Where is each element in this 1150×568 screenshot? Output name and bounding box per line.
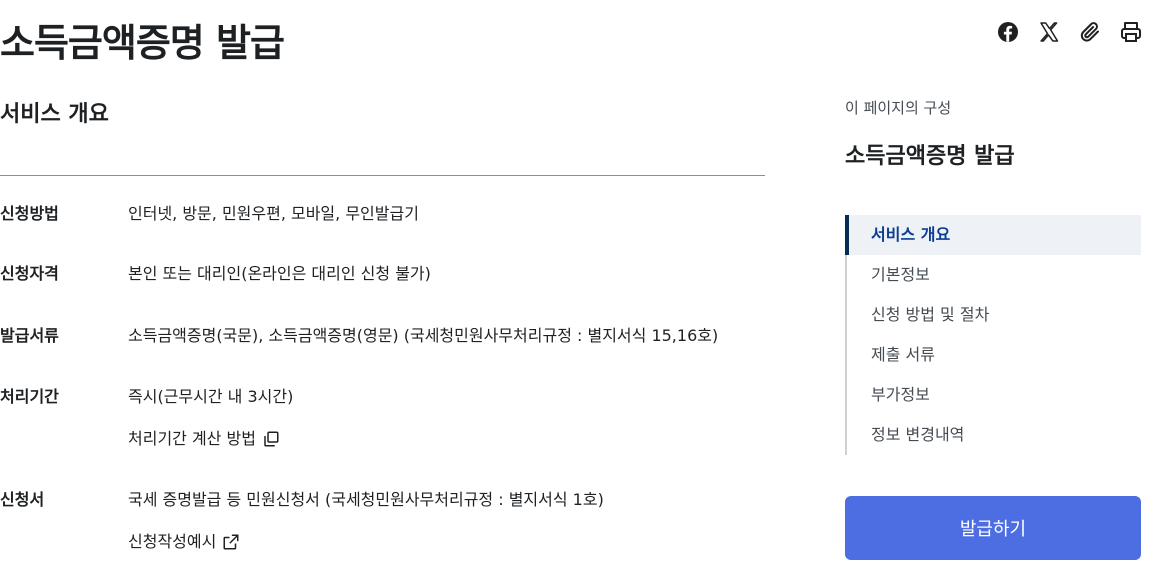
link-label: 신청작성예시 xyxy=(128,532,217,551)
toc-title: 소득금액증명 발급 xyxy=(845,144,1015,169)
external-link-icon xyxy=(222,533,240,551)
x-icon[interactable] xyxy=(1037,20,1061,44)
processing-time-link[interactable]: 처리기간 계산 방법 xyxy=(128,427,280,451)
section-title: 서비스 개요 xyxy=(0,102,109,127)
application-example-link[interactable]: 신청작성예시 xyxy=(128,530,240,554)
info-key: 신청방법 xyxy=(0,204,59,223)
toc-item-additional-info[interactable]: 부가정보 xyxy=(847,375,1141,415)
attachment-icon[interactable] xyxy=(1078,20,1102,44)
print-icon[interactable] xyxy=(1119,20,1143,44)
info-key: 발급서류 xyxy=(0,326,59,345)
toc-item-basic-info[interactable]: 기본정보 xyxy=(847,255,1141,295)
info-value: 본인 또는 대리인(온라인은 대리인 신청 불가) xyxy=(128,264,431,283)
issue-button[interactable]: 발급하기 xyxy=(845,496,1141,560)
info-value: 인터넷, 방문, 민원우편, 모바일, 무인발급기 xyxy=(128,204,419,223)
facebook-icon[interactable] xyxy=(996,20,1020,44)
info-key: 신청서 xyxy=(0,490,45,509)
info-key: 처리기간 xyxy=(0,387,59,406)
link-label: 처리기간 계산 방법 xyxy=(128,429,256,448)
toc-item-documents[interactable]: 제출 서류 xyxy=(847,335,1141,375)
toc-item-service-overview[interactable]: 서비스 개요 xyxy=(845,215,1141,255)
section-divider xyxy=(0,175,765,176)
copy-icon xyxy=(262,430,280,448)
toc-item-change-history[interactable]: 정보 변경내역 xyxy=(847,415,1141,455)
info-value: 즉시(근무시간 내 3시간) xyxy=(128,387,294,406)
toc-nav: 서비스 개요 기본정보 신청 방법 및 절차 제출 서류 부가정보 정보 변경내… xyxy=(845,215,1141,455)
info-key: 신청자격 xyxy=(0,264,59,283)
info-value: 국세 증명발급 등 민원신청서 (국세청민원사무처리규정 : 별지서식 1호) xyxy=(128,490,604,509)
page-title: 소득금액증명 발급 xyxy=(0,21,285,65)
share-toolbar xyxy=(996,20,1143,44)
info-value: 소득금액증명(국문), 소득금액증명(영문) (국세청민원사무처리규정 : 별지… xyxy=(128,326,719,345)
toc-item-method-procedure[interactable]: 신청 방법 및 절차 xyxy=(847,295,1141,335)
toc-caption: 이 페이지의 구성 xyxy=(845,99,952,117)
